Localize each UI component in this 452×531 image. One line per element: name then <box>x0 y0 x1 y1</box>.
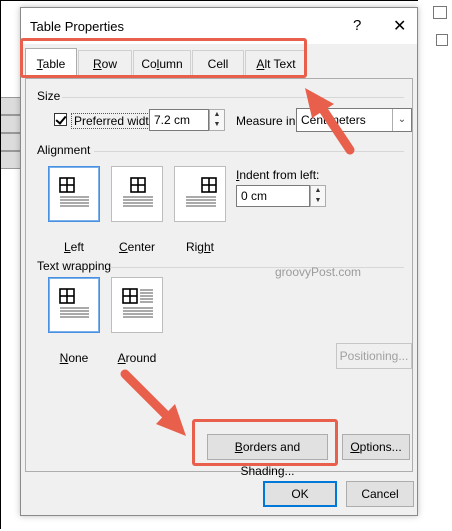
annotation-arrows <box>120 88 355 436</box>
arrow-icon <box>305 88 355 155</box>
arrow-icon <box>120 369 186 436</box>
